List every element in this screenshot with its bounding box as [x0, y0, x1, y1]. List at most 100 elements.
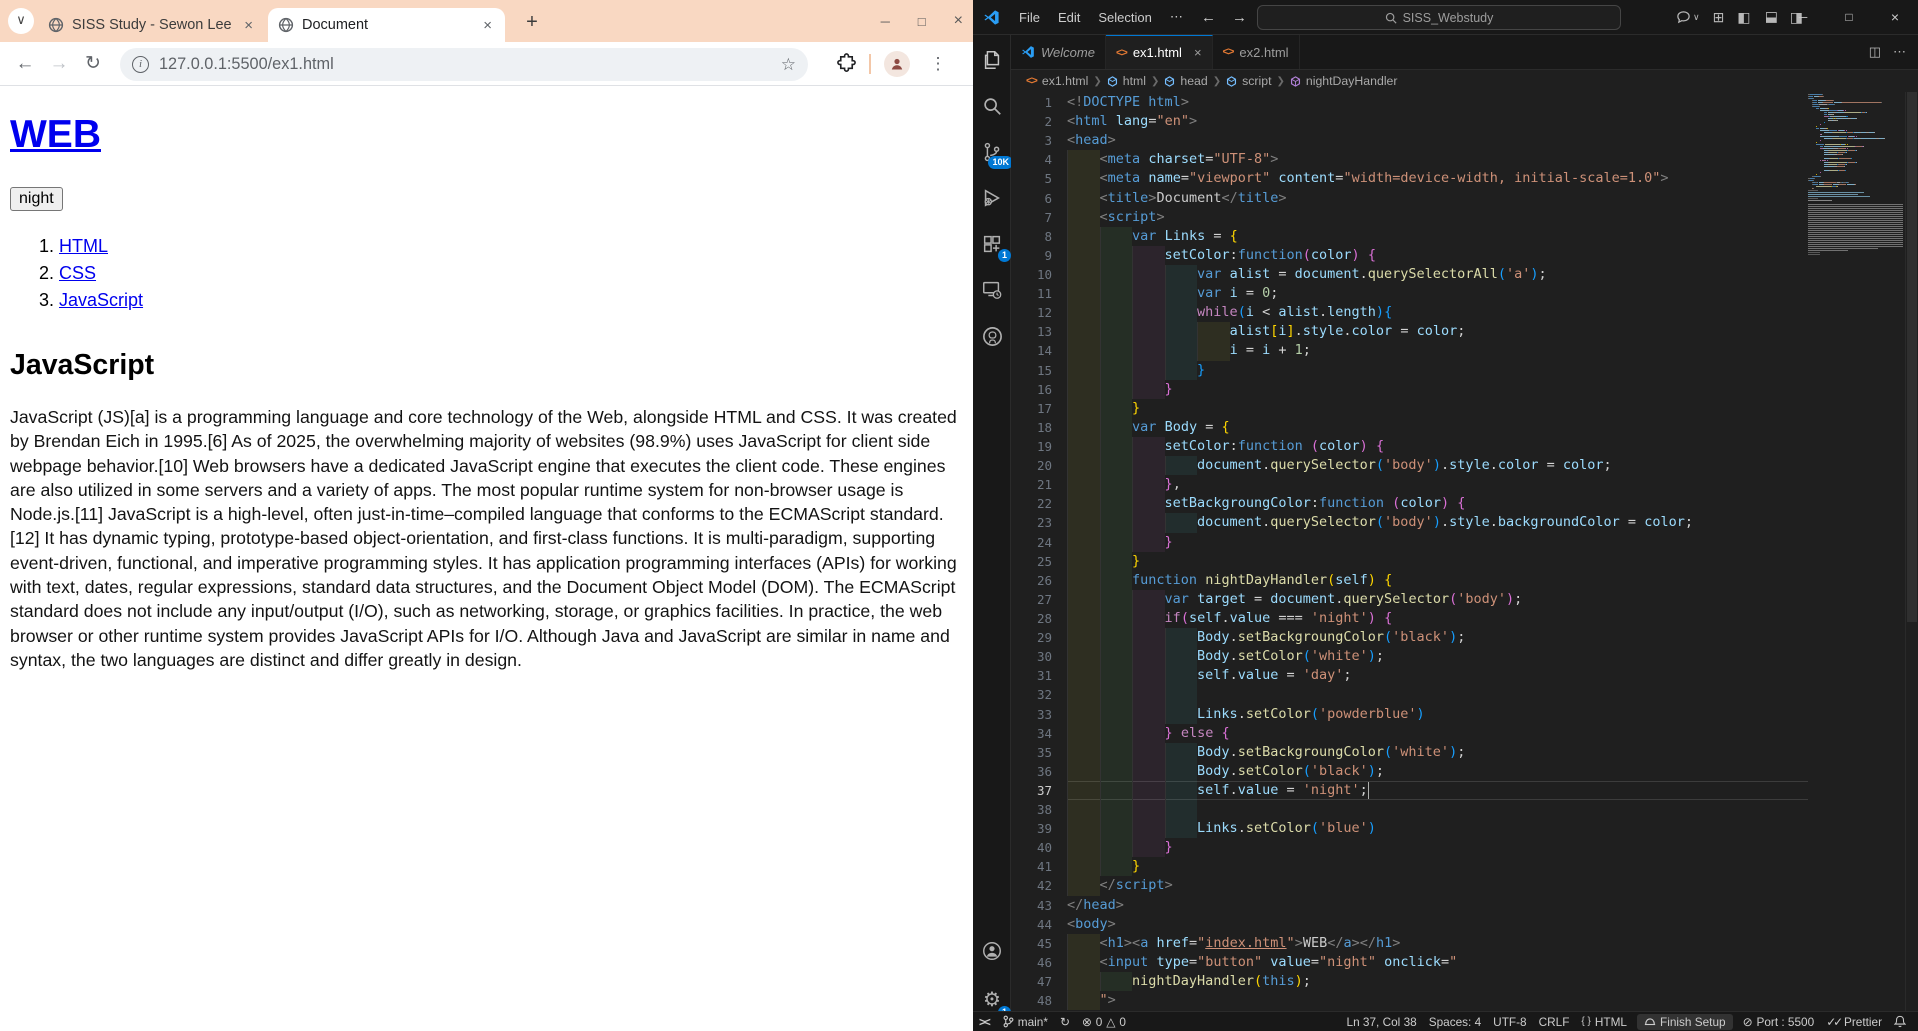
browser-tab-siss-study[interactable]: SISS Study - Sewon Lee × — [38, 8, 266, 42]
line-content[interactable]: </head> — [1067, 896, 1808, 915]
code-line[interactable]: 10 var alist = document.querySelectorAll… — [1011, 265, 1808, 284]
breadcrumb-script[interactable]: script — [1242, 74, 1271, 88]
line-content[interactable]: Links.setColor('powderblue') — [1067, 705, 1808, 724]
line-content[interactable]: Body.setColor('black'); — [1067, 762, 1808, 781]
customize-layout-icon[interactable]: ⊞ — [1713, 9, 1725, 26]
toggle-sidebar-icon[interactable]: ◧ — [1737, 9, 1750, 26]
line-content[interactable]: <meta name="viewport" content="width=dev… — [1067, 169, 1808, 188]
line-content[interactable]: var target = document.querySelector('bod… — [1067, 590, 1808, 609]
menu-file[interactable]: File — [1010, 10, 1049, 25]
sync-changes-icon[interactable]: ↻ — [1054, 1015, 1076, 1029]
minimap[interactable] — [1808, 94, 1905, 1011]
remote-indicator-icon[interactable]: >< — [973, 1015, 997, 1029]
code-line[interactable]: 17 } — [1011, 399, 1808, 418]
breadcrumb-symbol[interactable]: nightDayHandler — [1306, 74, 1398, 88]
line-content[interactable]: <meta charset="UTF-8"> — [1067, 150, 1808, 169]
accounts-icon[interactable] — [973, 931, 1011, 971]
line-content[interactable]: Links.setColor('blue') — [1067, 819, 1808, 838]
nav-forward-icon[interactable]: → — [1232, 9, 1247, 26]
tab-close-icon[interactable]: × — [1194, 45, 1202, 60]
code-line[interactable]: 35 Body.setBackgroungColor('white'); — [1011, 743, 1808, 762]
code-line[interactable]: 34 } else { — [1011, 724, 1808, 743]
explorer-icon[interactable] — [973, 40, 1011, 80]
line-content[interactable]: <script> — [1067, 208, 1808, 227]
code-line[interactable]: 46 <input type="button" value="night" on… — [1011, 953, 1808, 972]
tab-search-button[interactable]: ∨ — [8, 8, 34, 34]
line-content[interactable]: var alist = document.querySelectorAll('a… — [1067, 265, 1808, 284]
code-line[interactable]: 47 nightDayHandler(this); — [1011, 972, 1808, 991]
line-content[interactable]: } — [1067, 361, 1808, 380]
code-line[interactable]: 7 <script> — [1011, 208, 1808, 227]
line-content[interactable]: var i = 0; — [1067, 284, 1808, 303]
browser-tab-document[interactable]: Document × — [268, 8, 505, 42]
code-line[interactable]: 1<!DOCTYPE html> — [1011, 93, 1808, 112]
code-line[interactable]: 43</head> — [1011, 896, 1808, 915]
code-line[interactable]: 32 — [1011, 685, 1808, 704]
page-link[interactable]: JavaScript — [59, 290, 143, 310]
git-branch-item[interactable]: main* — [997, 1015, 1054, 1029]
back-button[interactable]: ← — [8, 53, 42, 75]
maximize-button[interactable]: □ — [918, 14, 926, 29]
language-mode[interactable]: { } HTML — [1575, 1015, 1633, 1029]
minimize-button[interactable]: ─ — [881, 14, 890, 29]
line-content[interactable]: document.querySelector('body').style.col… — [1067, 456, 1808, 475]
breadcrumb-file[interactable]: ex1.html — [1042, 74, 1088, 88]
page-link[interactable]: CSS — [59, 263, 96, 283]
line-content[interactable]: self.value = 'day'; — [1067, 666, 1808, 685]
search-icon[interactable] — [973, 86, 1011, 126]
github-icon[interactable] — [973, 316, 1011, 356]
live-server-port[interactable]: ⊘ Port : 5500 — [1737, 1015, 1821, 1029]
split-editor-icon[interactable]: ◫ — [1869, 44, 1881, 60]
tab-welcome[interactable]: Welcome — [1011, 35, 1106, 69]
code-line[interactable]: 30 Body.setColor('white'); — [1011, 647, 1808, 666]
line-content[interactable]: alist[i].style.color = color; — [1067, 322, 1808, 341]
code-line[interactable]: 12 while(i < alist.length){ — [1011, 303, 1808, 322]
code-line[interactable]: 16 } — [1011, 380, 1808, 399]
close-button[interactable]: × — [1872, 0, 1918, 35]
line-content[interactable]: Body.setColor('white'); — [1067, 647, 1808, 666]
code-line[interactable]: 33 Links.setColor('powderblue') — [1011, 705, 1808, 724]
finish-setup-item[interactable]: Finish Setup — [1637, 1014, 1733, 1030]
line-content[interactable]: } — [1067, 533, 1808, 552]
line-content[interactable] — [1067, 685, 1808, 704]
encoding[interactable]: UTF-8 — [1487, 1015, 1532, 1029]
line-content[interactable]: Body.setBackgroungColor('black'); — [1067, 628, 1808, 647]
tab-close-icon[interactable]: × — [480, 17, 495, 34]
code-line[interactable]: 23 document.querySelector('body').style.… — [1011, 513, 1808, 532]
line-content[interactable]: var Body = { — [1067, 418, 1808, 437]
code-line[interactable]: 6 <title>Document</title> — [1011, 189, 1808, 208]
tab-ex1[interactable]: <> ex1.html × — [1106, 35, 1213, 69]
address-bar[interactable]: i 127.0.0.1:5500/ex1.html ☆ — [120, 48, 808, 81]
code-line[interactable]: 44<body> — [1011, 915, 1808, 934]
line-content[interactable]: nightDayHandler(this); — [1067, 972, 1808, 991]
nav-back-icon[interactable]: ← — [1201, 9, 1216, 26]
url-text[interactable]: 127.0.0.1:5500/ex1.html — [159, 55, 781, 74]
code-line[interactable]: 14 i = i + 1; — [1011, 341, 1808, 360]
line-content[interactable]: setColor:function(color) { — [1067, 246, 1808, 265]
line-content[interactable] — [1067, 800, 1808, 819]
close-button[interactable]: × — [954, 12, 963, 30]
menu-more[interactable]: ⋯ — [1161, 9, 1192, 25]
code-line[interactable]: 9 setColor:function(color) { — [1011, 246, 1808, 265]
line-content[interactable]: <title>Document</title> — [1067, 189, 1808, 208]
eol-sequence[interactable]: CRLF — [1533, 1015, 1576, 1029]
code-line[interactable]: 36 Body.setColor('black'); — [1011, 762, 1808, 781]
line-content[interactable]: i = i + 1; — [1067, 341, 1808, 360]
remote-explorer-icon[interactable] — [973, 270, 1011, 310]
code-line[interactable]: 4 <meta charset="UTF-8"> — [1011, 150, 1808, 169]
line-content[interactable]: } — [1067, 838, 1808, 857]
line-content[interactable]: <body> — [1067, 915, 1808, 934]
prettier-item[interactable]: ✓✓ Prettier — [1820, 1015, 1888, 1029]
line-content[interactable]: self.value = 'night'; — [1067, 781, 1808, 800]
line-content[interactable]: "> — [1067, 991, 1808, 1010]
line-content[interactable]: <head> — [1067, 131, 1808, 150]
code-line[interactable]: 11 var i = 0; — [1011, 284, 1808, 303]
line-content[interactable]: <h1><a href="index.html">WEB</a></h1> — [1067, 934, 1808, 953]
notifications-bell-icon[interactable] — [1888, 1015, 1912, 1028]
profile-avatar[interactable] — [884, 51, 910, 77]
code-line[interactable]: 8 var Links = { — [1011, 227, 1808, 246]
code-line[interactable]: 13 alist[i].style.color = color; — [1011, 322, 1808, 341]
code-line[interactable]: 28 if(self.value === 'night') { — [1011, 609, 1808, 628]
minimize-button[interactable]: ─ — [1780, 0, 1826, 35]
web-home-link[interactable]: WEB — [10, 113, 101, 156]
